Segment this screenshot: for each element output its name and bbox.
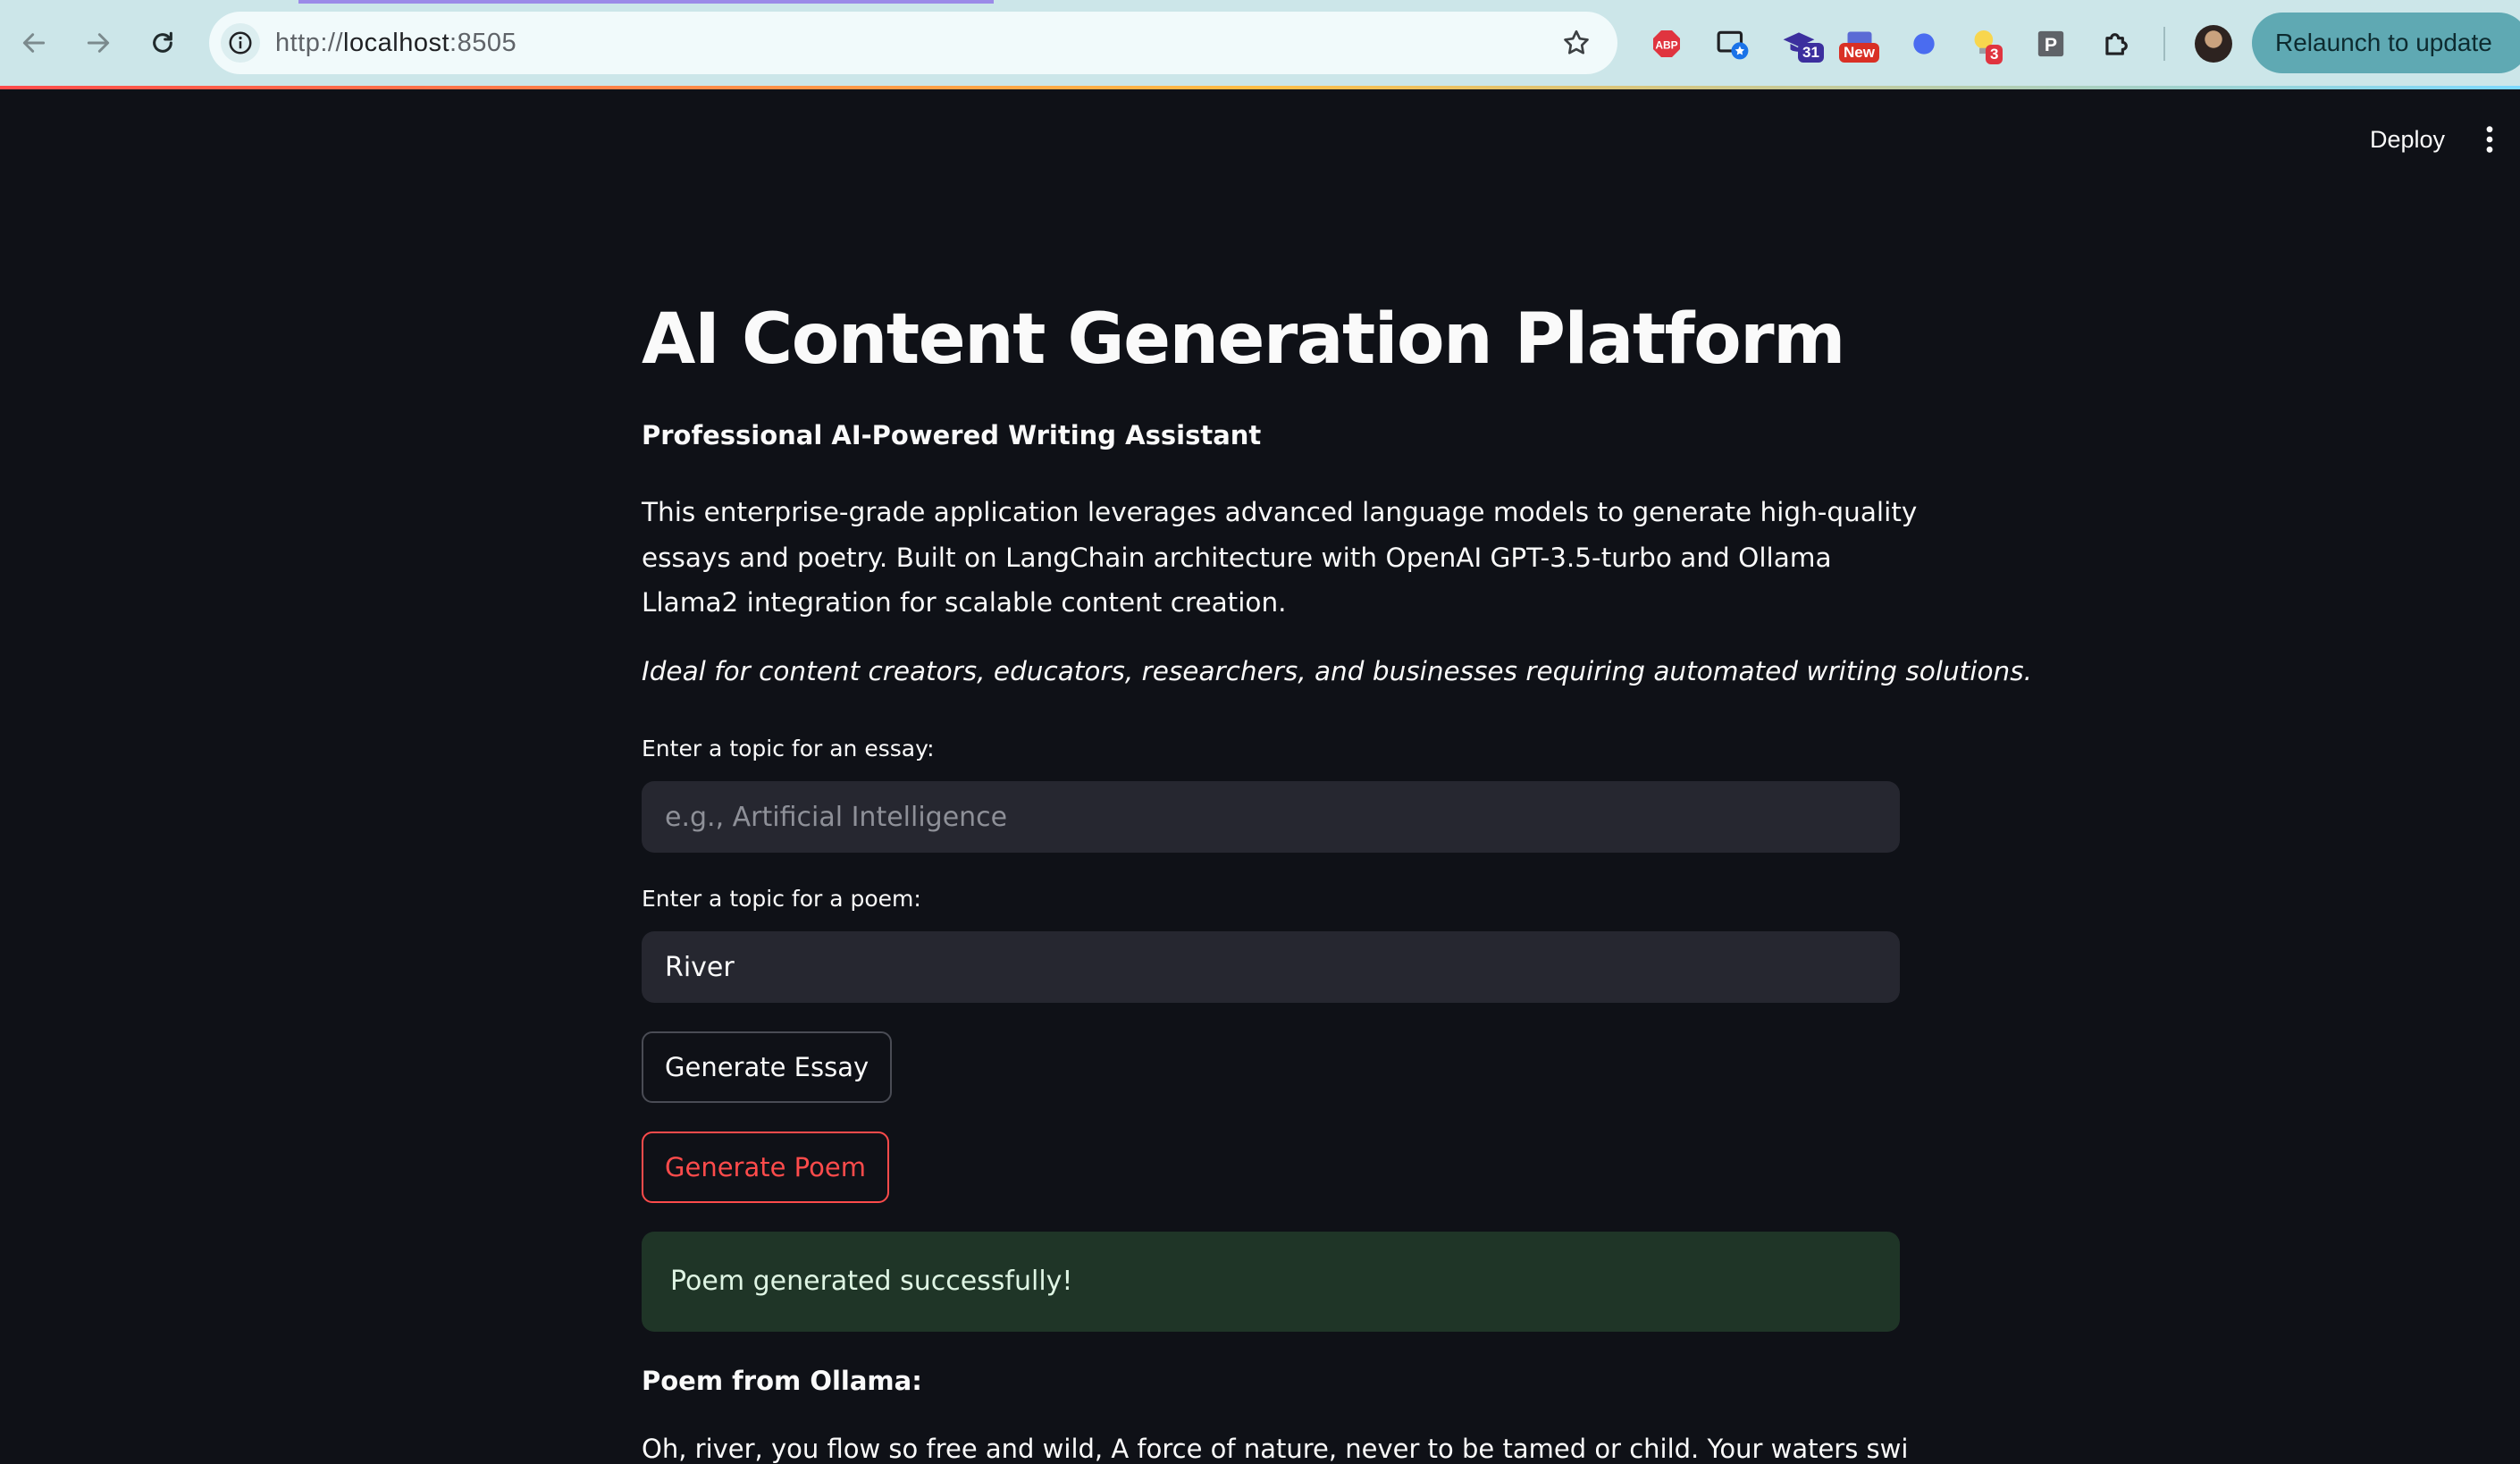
site-info-button[interactable] bbox=[221, 23, 260, 63]
lightbulb-icon[interactable]: 3 bbox=[1966, 23, 2007, 64]
arrow-left-icon bbox=[22, 33, 46, 53]
svg-text:ABP: ABP bbox=[1655, 38, 1677, 51]
generate-poem-button[interactable]: Generate Poem bbox=[642, 1132, 889, 1203]
app-header bbox=[0, 89, 2520, 188]
news-icon[interactable]: New bbox=[1839, 23, 1880, 64]
circle-icon bbox=[1913, 33, 1935, 55]
forward-button[interactable] bbox=[79, 23, 118, 63]
relaunch-to-update-button[interactable]: Relaunch to update bbox=[2252, 13, 2520, 73]
success-alert: Poem generated successfully! bbox=[642, 1232, 1900, 1332]
poem-output-text: Oh, river, you flow so free and wild, A … bbox=[642, 1434, 1911, 1464]
generate-essay-button[interactable]: Generate Essay bbox=[642, 1031, 893, 1103]
url-text[interactable]: http://localhost:8505 bbox=[275, 12, 517, 74]
page-title: AI Content Generation Platform bbox=[642, 299, 1845, 380]
app-description: This enterprise-grade application levera… bbox=[642, 497, 1918, 618]
deploy-button[interactable]: Deploy bbox=[2354, 114, 2461, 164]
reload-button[interactable] bbox=[143, 23, 182, 63]
relaunch-label: Relaunch to update bbox=[2275, 29, 2492, 56]
bookmark-tabs-icon[interactable] bbox=[1712, 23, 1753, 64]
page-load-progress bbox=[298, 0, 994, 4]
blue-dot-icon[interactable] bbox=[1903, 23, 1945, 64]
browser-toolbar: http://localhost:8505 ABP 31 New 3 P Rel… bbox=[0, 0, 2520, 88]
more-vertical-icon bbox=[2486, 126, 2493, 153]
reload-icon bbox=[153, 31, 172, 53]
graduation-cap-icon[interactable]: 31 bbox=[1778, 23, 1824, 64]
url-scheme: http:// bbox=[275, 29, 344, 57]
p-extension-icon[interactable]: P bbox=[2030, 23, 2071, 64]
extension-badge: 31 bbox=[1798, 43, 1824, 63]
extension-badge: New bbox=[1839, 43, 1879, 63]
letter-p-icon: P bbox=[2037, 30, 2064, 57]
adblock-octagon-icon: ABP bbox=[1653, 30, 1680, 57]
profile-avatar[interactable] bbox=[2195, 25, 2232, 63]
url-host: localhost bbox=[343, 29, 450, 57]
main-menu-button[interactable] bbox=[2472, 120, 2507, 159]
arrow-right-icon bbox=[87, 33, 110, 53]
back-button[interactable] bbox=[14, 23, 54, 63]
poem-topic-input[interactable] bbox=[642, 931, 1900, 1003]
poem-heading: Poem from Ollama: bbox=[642, 1366, 922, 1396]
page-subtitle: Professional AI-Powered Writing Assistan… bbox=[642, 420, 1262, 450]
essay-topic-label: Enter a topic for an essay: bbox=[642, 736, 935, 761]
toolbar-divider bbox=[2163, 27, 2165, 61]
adblock-plus-icon[interactable]: ABP bbox=[1646, 23, 1687, 64]
info-icon bbox=[229, 31, 252, 55]
window-star-icon bbox=[1717, 30, 1749, 60]
app-tagline: Ideal for content creators, educators, r… bbox=[642, 656, 2032, 686]
essay-topic-input[interactable] bbox=[642, 781, 1900, 853]
extension-badge: 3 bbox=[1986, 45, 2003, 64]
puzzle-icon bbox=[2105, 33, 2128, 55]
extensions-puzzle-button[interactable] bbox=[2096, 23, 2138, 64]
address-bar[interactable]: http://localhost:8505 bbox=[209, 12, 1617, 74]
poem-topic-label: Enter a topic for a poem: bbox=[642, 886, 921, 912]
star-icon bbox=[1564, 29, 1589, 55]
svg-text:P: P bbox=[2045, 34, 2057, 55]
bookmark-star-button[interactable] bbox=[1557, 23, 1596, 63]
url-port: :8505 bbox=[449, 29, 517, 57]
